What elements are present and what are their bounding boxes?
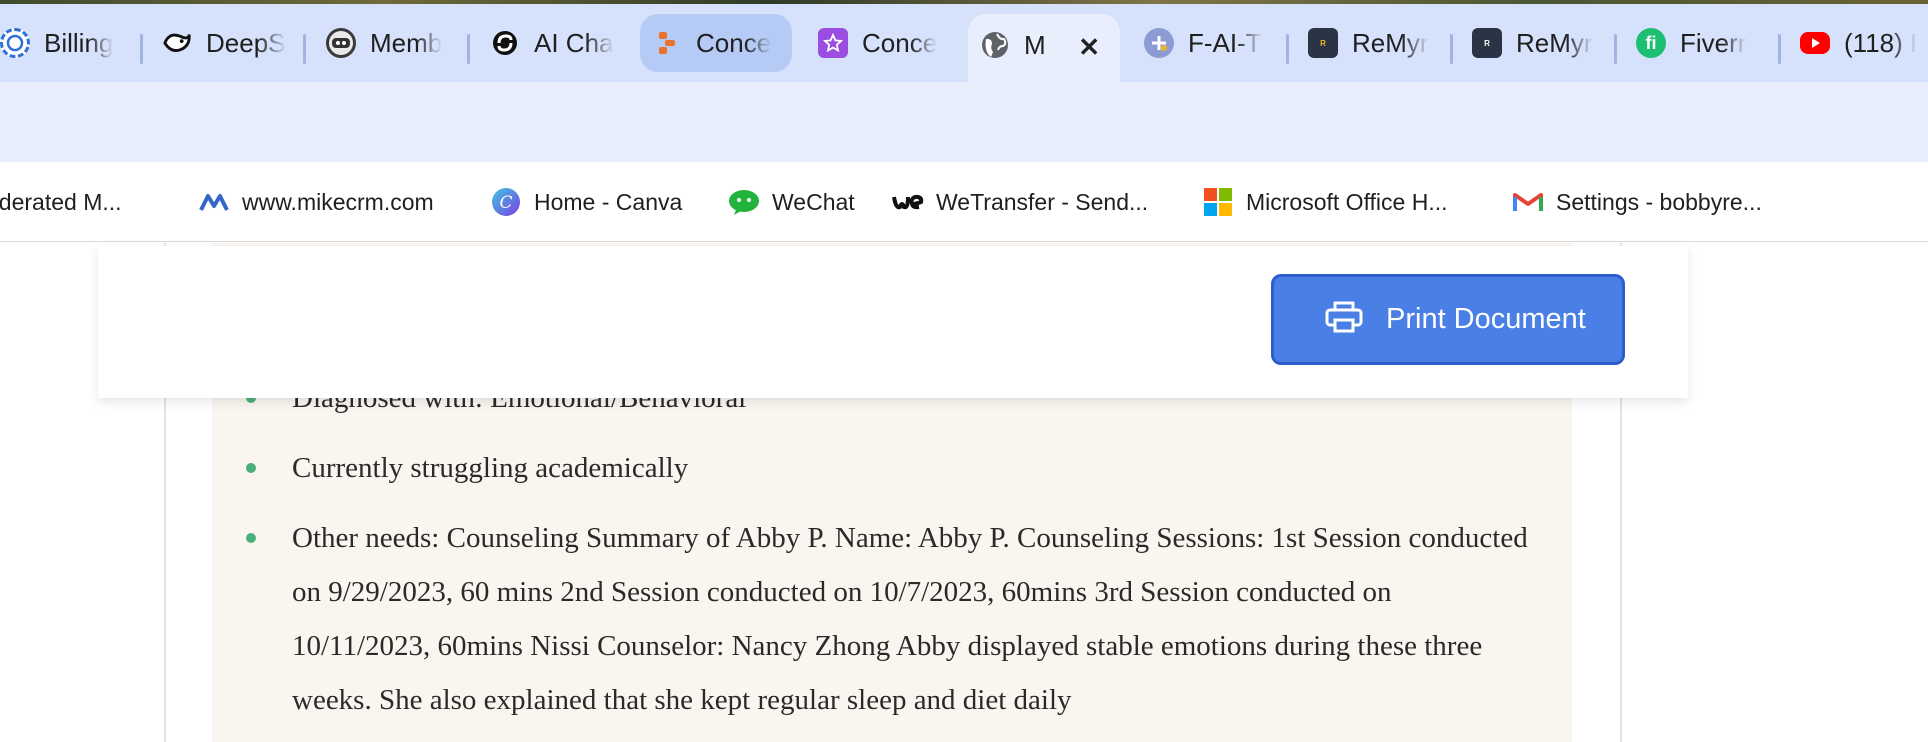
tab-title: Fiverr: [1680, 27, 1747, 58]
wetransfer-logo-icon: [892, 186, 924, 218]
page-viewport: Diagnosed with: Emotional/Behavioral Cur…: [0, 243, 1928, 742]
remynd-spark-icon: R: [1472, 28, 1502, 58]
tab-title: F-AI-T: [1188, 27, 1262, 58]
youtube-icon: [1800, 32, 1830, 54]
bookmark-canva[interactable]: C Home - Canva: [490, 184, 682, 220]
bookmark-mikecrm[interactable]: www.mikecrm.com: [198, 184, 434, 220]
svg-text:C: C: [499, 193, 512, 213]
tab-concept-hovered[interactable]: Conce: [640, 14, 792, 72]
close-tab-icon[interactable]: ✕: [1078, 32, 1100, 63]
tab-separator: [1450, 34, 1453, 64]
bookmark-label: Microsoft Office H...: [1246, 188, 1448, 215]
tab-separator: [303, 34, 306, 64]
bookmark-label: Settings - bobbyre...: [1556, 188, 1762, 215]
tab-remynd-spark[interactable]: R ReMyr: [1460, 14, 1612, 72]
needs-list: Diagnosed with: Emotional/Behavioral Cur…: [212, 371, 1572, 727]
purple-star-icon: [818, 28, 848, 58]
tab-separator: [140, 34, 143, 64]
plus-badge-icon: [1144, 28, 1174, 58]
canva-logo-icon: C: [490, 186, 522, 218]
tab-title: Conce: [696, 27, 772, 58]
tab-separator: [1614, 34, 1617, 64]
tab-concept[interactable]: Conce: [806, 14, 958, 72]
bookmark-microsoft-office[interactable]: Microsoft Office H...: [1202, 184, 1448, 220]
wechat-logo-icon: [728, 186, 760, 218]
tab-billing[interactable]: Billing: [0, 14, 134, 72]
browser-toolbar: [0, 82, 1928, 162]
microsoft-logo-icon: [1202, 186, 1234, 218]
swirl-logo-icon: [490, 28, 520, 58]
print-button-label: Print Document: [1386, 303, 1586, 335]
tab-title: DeepS: [206, 27, 286, 58]
bookmark-moderated[interactable]: oderated M...: [0, 184, 122, 220]
robot-avatar-icon: [326, 28, 356, 58]
browser-tab-strip: Billing DeepS Memb AI Cha Conce Conce M …: [0, 4, 1928, 86]
bookmark-label: WeChat: [772, 188, 855, 215]
tab-title: Conce: [862, 27, 938, 58]
deepseek-whale-icon: [162, 28, 192, 58]
tab-title: AI Cha: [534, 27, 614, 58]
tab-title: M: [1024, 30, 1046, 60]
printer-icon: [1324, 300, 1364, 339]
tab-separator: [1778, 34, 1781, 64]
tab-separator: [1286, 34, 1289, 64]
tab-title: ReMyr: [1352, 27, 1429, 58]
orange-blocks-icon: [652, 28, 682, 58]
list-item-text: Other needs: Counseling Summary of Abby …: [292, 522, 1528, 716]
bullet-dot: [246, 533, 256, 543]
fiverr-logo-icon: fi: [1636, 28, 1666, 58]
print-document-button[interactable]: Print Document: [1271, 274, 1625, 365]
bookmark-wetransfer[interactable]: WeTransfer - Send...: [892, 184, 1148, 220]
globe-icon: [980, 30, 1010, 60]
list-item-text: Currently struggling academically: [292, 452, 689, 484]
tab-active[interactable]: M ✕: [968, 14, 1120, 86]
tab-fiverr[interactable]: fi Fiverr: [1624, 14, 1776, 72]
tab-membership[interactable]: Memb: [314, 14, 466, 72]
bookmark-gmail-settings[interactable]: Settings - bobbyre...: [1512, 184, 1762, 220]
tab-title: ReMyr: [1516, 27, 1593, 58]
remynd-logo-icon: R: [1308, 28, 1338, 58]
tab-separator: [467, 34, 470, 64]
mikecrm-logo-icon: [198, 186, 230, 218]
tab-remynd[interactable]: R ReMyr: [1296, 14, 1448, 72]
bookmark-label: WeTransfer - Send...: [936, 188, 1149, 215]
openai-logo-icon: [0, 28, 30, 58]
bullet-dot: [246, 463, 256, 473]
bookmark-label: www.mikecrm.com: [242, 188, 434, 215]
gmail-logo-icon: [1512, 186, 1544, 218]
bookmark-wechat[interactable]: WeChat: [728, 184, 855, 220]
tab-youtube[interactable]: (118) I: [1788, 14, 1928, 72]
tab-f-ai-t[interactable]: F-AI-T: [1132, 14, 1284, 72]
tab-ai-chat[interactable]: AI Cha: [478, 14, 628, 72]
bookmark-label: oderated M...: [0, 188, 122, 215]
tab-title: Billing: [44, 27, 114, 58]
bookmark-label: Home - Canva: [534, 188, 683, 215]
tab-deepseek[interactable]: DeepS: [150, 14, 300, 72]
bookmarks-bar: oderated M... www.mikecrm.com C Home - C…: [0, 162, 1928, 242]
tab-title: Memb: [370, 27, 443, 58]
tab-title: (118) I: [1844, 27, 1918, 58]
list-item: Other needs: Counseling Summary of Abby …: [212, 511, 1572, 727]
list-item: Currently struggling academically: [212, 441, 1572, 495]
